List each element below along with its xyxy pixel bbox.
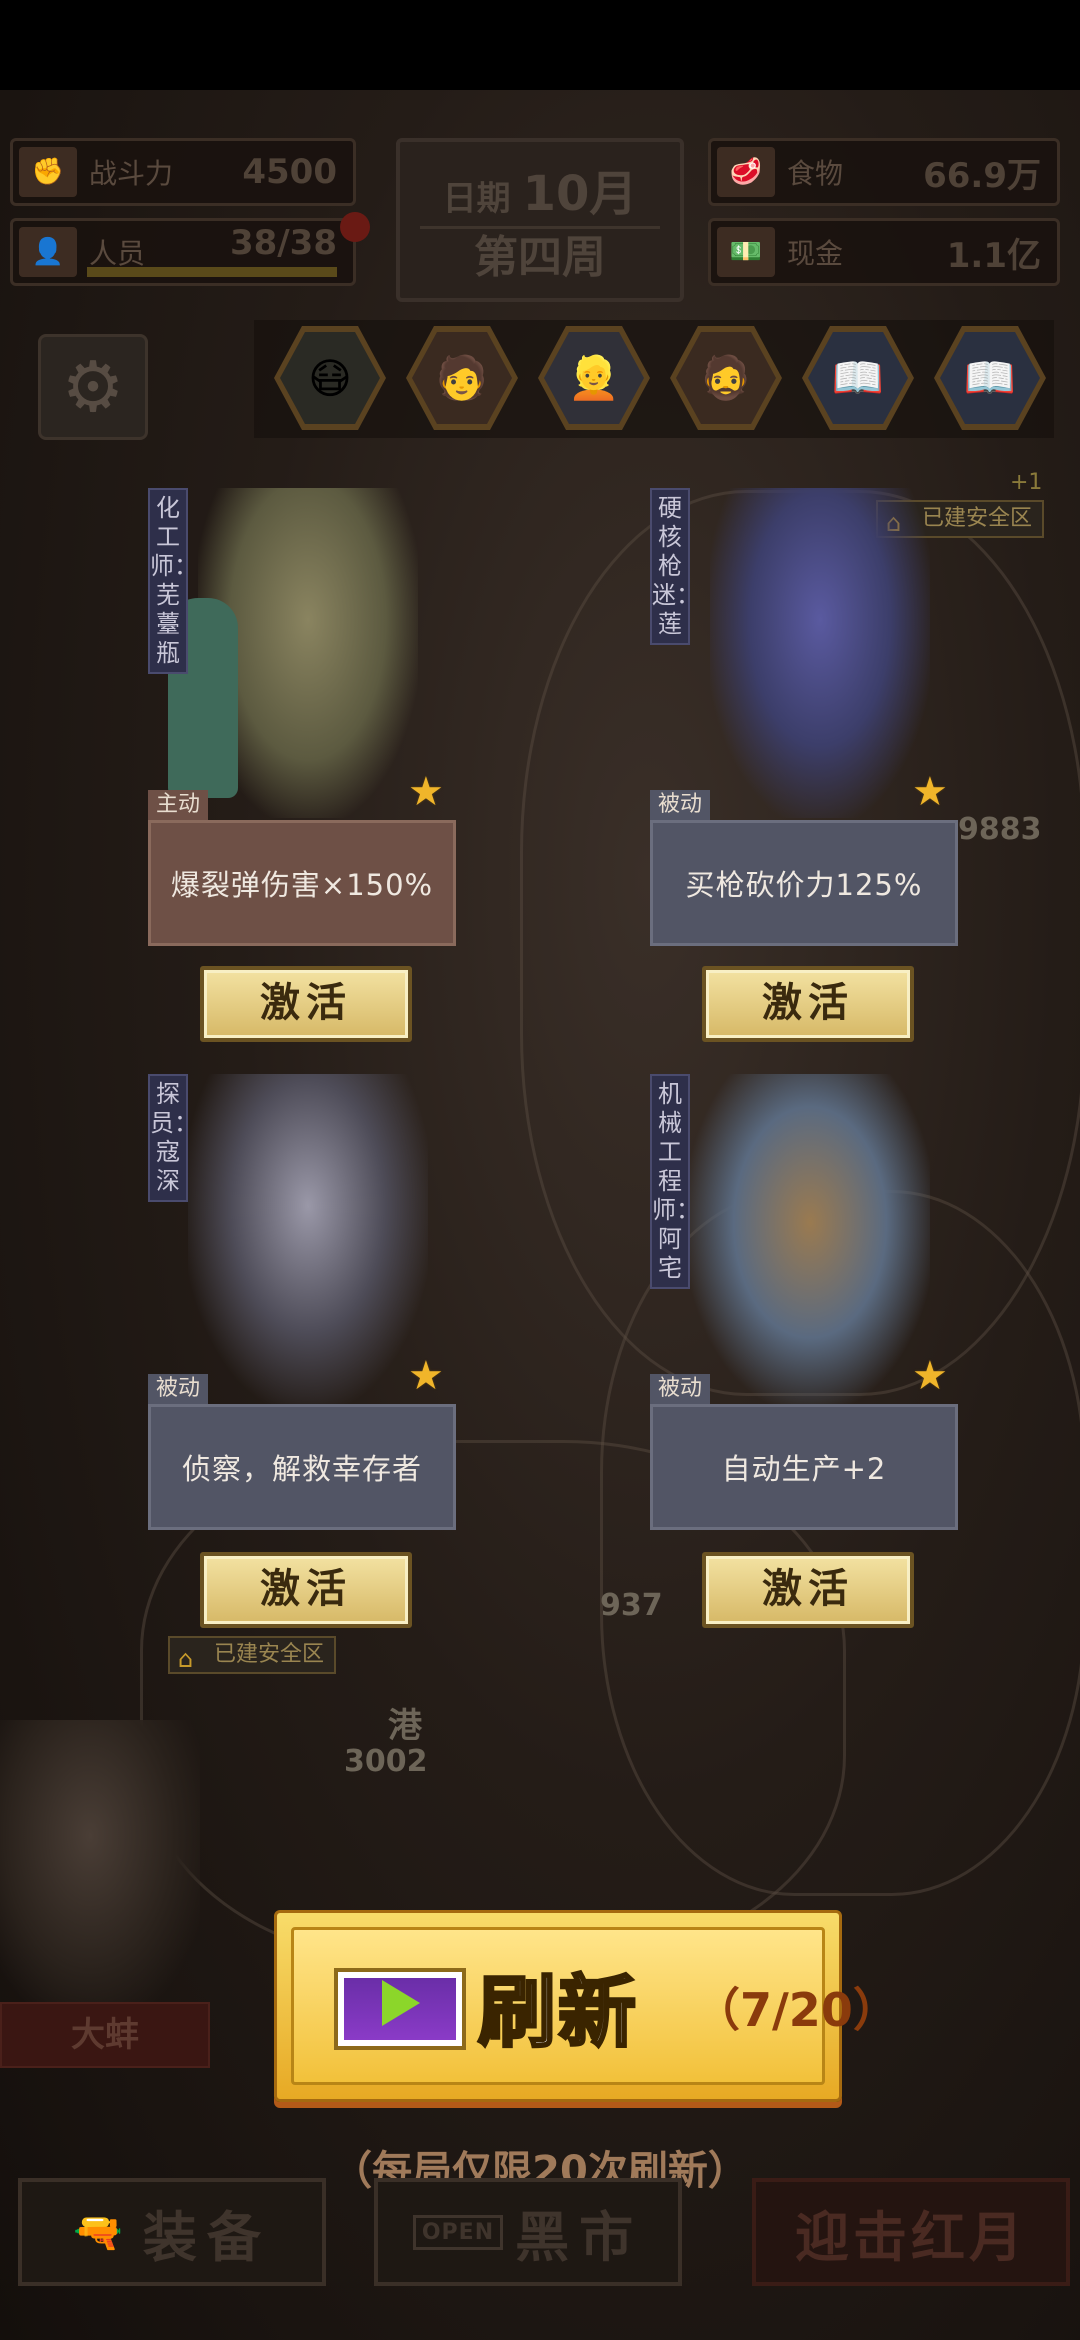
portrait-icon: 🧔 [676, 332, 776, 424]
character-name-tag: 机械工程师：阿宅 [650, 1074, 700, 1289]
portrait-icon: 🧑 [412, 332, 512, 424]
equipment-button[interactable]: 🔫 装备 [18, 2178, 326, 2286]
settings-button[interactable]: ⚙ [38, 334, 148, 440]
staff-bar [87, 267, 337, 277]
food-value: 66.9万 [923, 155, 1041, 196]
date-month: 10月 [522, 166, 638, 222]
plus-badge: +1 [1010, 470, 1043, 495]
meat-icon: 🥩 [717, 147, 775, 197]
gasmask-icon: 😷 [280, 332, 380, 424]
star-icon: ★ [408, 769, 444, 815]
activate-button[interactable]: 激活 [702, 1552, 914, 1628]
cash-icon: 💵 [717, 227, 775, 277]
character-name-tag: 探员：寇深 [148, 1074, 198, 1202]
character-name-tag: 化工师：芜薹瓶 [148, 488, 198, 674]
date-label: 日期 [442, 179, 511, 219]
side-character-label[interactable]: 大蚌 [0, 2002, 210, 2068]
gear-icon: ⚙ [61, 346, 125, 428]
map-number-1: 9883 [958, 812, 1042, 847]
activate-button[interactable]: 激活 [200, 966, 412, 1042]
notification-dot [340, 212, 370, 242]
skill-type-tag: 被动 [148, 1374, 209, 1404]
character-card-chemist [148, 488, 448, 818]
cash-value: 1.1亿 [946, 235, 1041, 276]
skill-description: 爆裂弹伤害×150% [148, 820, 456, 946]
staff-stat: 👤 人员 38/38 [10, 218, 356, 286]
cash-stat: 💵 现金 1.1亿 [708, 218, 1060, 286]
skill-description: 买枪砍价力125% [650, 820, 958, 946]
character-name-tag: 硬核枪迷：莲 [650, 488, 700, 645]
book-icon: 📖 [808, 332, 908, 424]
rifle-icon: 🔫 [73, 2209, 133, 2256]
activate-button[interactable]: 激活 [200, 1552, 412, 1628]
book-icon: 📖 [940, 332, 1040, 424]
refresh-label: 刷新 [476, 1967, 639, 2060]
skill-description: 自动生产+2 [650, 1404, 958, 1530]
fist-icon: ✊ [19, 147, 77, 197]
combat-power-stat: ✊ 战斗力 4500 [10, 138, 356, 206]
house-icon: ⌂ [178, 1645, 194, 1673]
character-portrait [710, 488, 930, 818]
cash-label: 现金 [787, 237, 844, 270]
star-icon: ★ [912, 1353, 948, 1399]
safe-zone-badge-2: ⌂ 已建安全区 [168, 1636, 337, 1674]
red-moon-battle-button[interactable]: 迎击红月 [752, 2178, 1070, 2286]
character-card-gun-fan [650, 488, 950, 818]
portrait-icon: 👱 [544, 332, 644, 424]
video-ad-icon [334, 1968, 466, 2050]
person-icon: 👤 [19, 227, 77, 277]
staff-label: 人员 [89, 237, 146, 270]
skill-type-tag: 主动 [148, 790, 209, 820]
skill-type-tag: 被动 [650, 790, 711, 820]
refresh-button[interactable]: 刷新 （7/20） [274, 1910, 899, 2102]
map-number-3: 3002 [344, 1744, 428, 1779]
date-panel: 日期 10月 第四周 [396, 138, 684, 302]
character-portrait [690, 1074, 930, 1404]
combat-power-value: 4500 [242, 152, 337, 192]
star-icon: ★ [912, 769, 948, 815]
refresh-count: （7/20） [694, 1983, 899, 2037]
open-sign-icon: OPEN [412, 2214, 504, 2250]
character-portrait [188, 1074, 428, 1404]
map-place: 港 [388, 1706, 422, 1746]
map-number-2: 937 [600, 1588, 663, 1623]
food-stat: 🥩 食物 66.9万 [708, 138, 1060, 206]
staff-value: 38/38 [229, 223, 337, 263]
side-character-portrait [0, 1720, 200, 2010]
food-label: 食物 [787, 157, 844, 190]
star-icon: ★ [408, 1353, 444, 1399]
activate-button[interactable]: 激活 [702, 966, 914, 1042]
combat-power-label: 战斗力 [89, 157, 174, 190]
character-card-engineer [650, 1074, 950, 1404]
black-market-button[interactable]: OPEN 黑市 [374, 2178, 682, 2286]
skill-description: 侦察，解救幸存者 [148, 1404, 456, 1530]
skill-type-tag: 被动 [650, 1374, 711, 1404]
date-week: 第四周 [420, 226, 660, 287]
